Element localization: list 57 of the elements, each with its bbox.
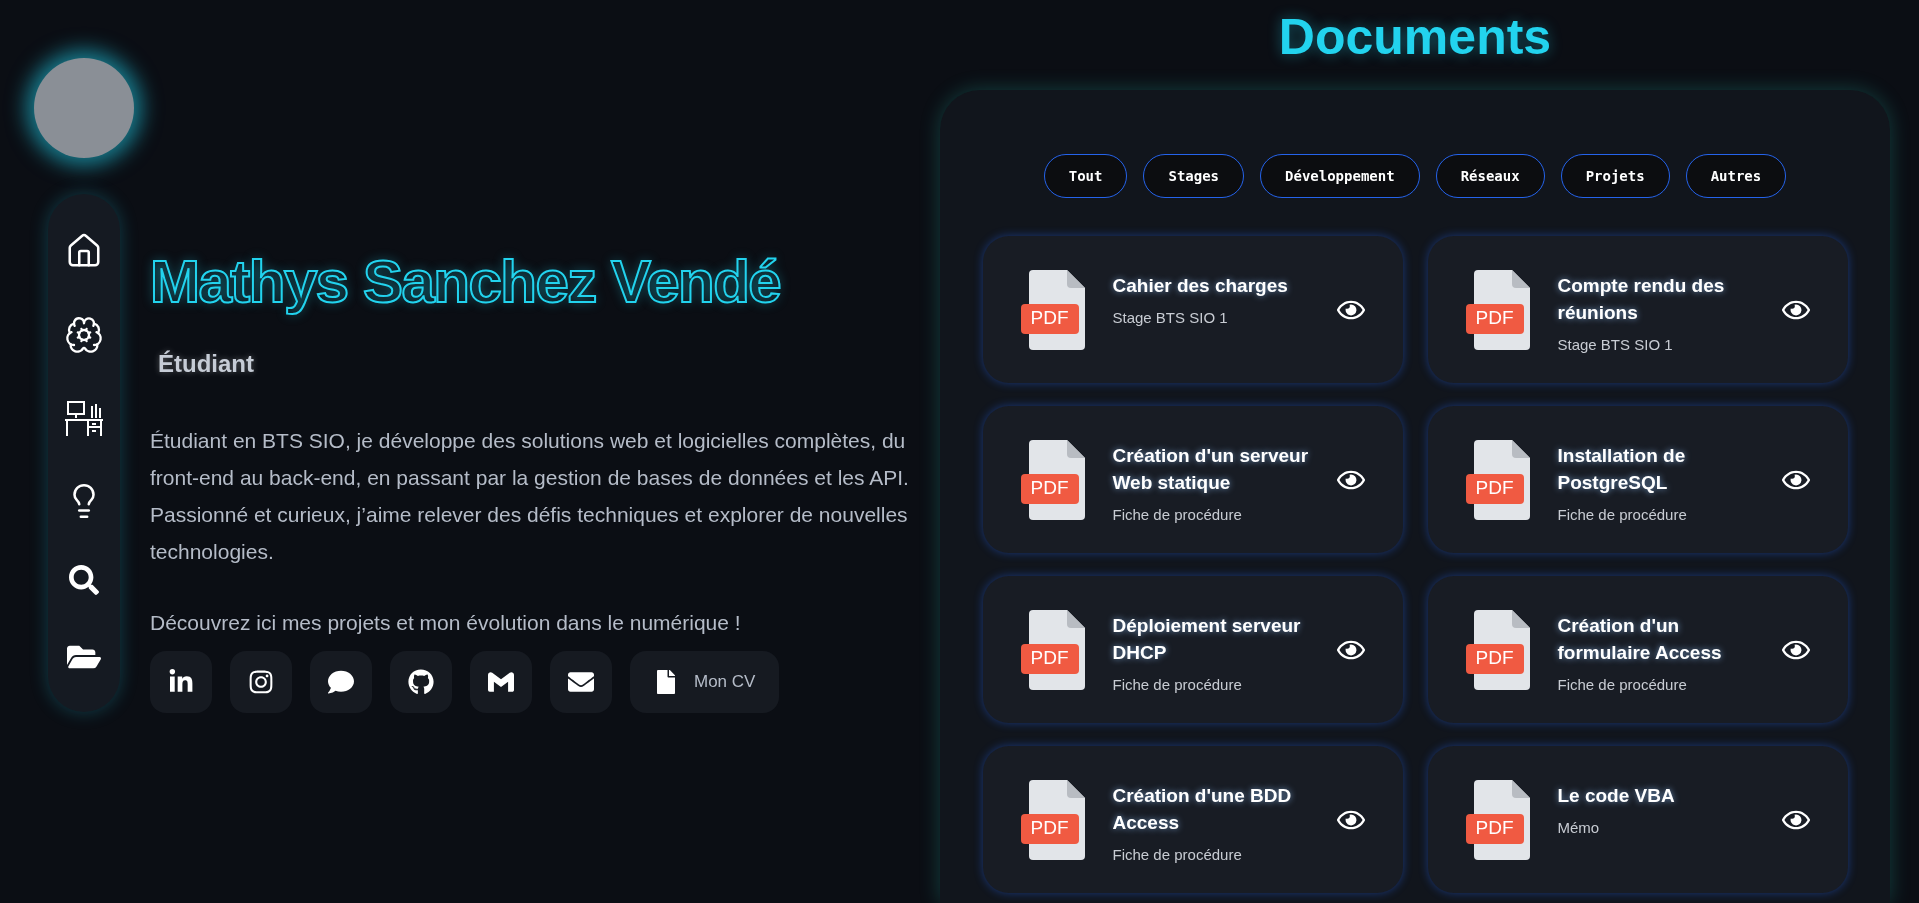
document-card[interactable]: PDF Le code VBA Mémo [1427, 746, 1848, 893]
document-title: Déploiement serveur DHCP [1112, 614, 1302, 665]
filter-tab[interactable]: Réseaux [1435, 154, 1545, 198]
file-type-badge: PDF [1020, 813, 1079, 844]
filter-tab[interactable]: Autres [1685, 154, 1787, 198]
file-type-badge: PDF [1020, 643, 1079, 674]
document-title: Création d'une BDD Access [1112, 784, 1293, 835]
filter-tab[interactable]: Tout [1043, 154, 1128, 198]
file-type-badge: PDF [1020, 473, 1079, 504]
file-type-badge: PDF [1020, 303, 1079, 334]
envelope-button[interactable] [550, 650, 612, 713]
document-subtitle: Fiche de procédure [1112, 845, 1243, 865]
linkedin-button[interactable] [150, 650, 212, 713]
document-card[interactable]: PDF Compte rendu des réunions Stage BTS SIO 1 [1427, 236, 1848, 383]
cv-button[interactable]: Mon CV [630, 650, 780, 713]
document-card[interactable]: PDF Cahier des charges Stage BTS SIO 1 [982, 236, 1403, 383]
document-subtitle: Fiche de procédure [1557, 505, 1688, 525]
file-type-badge: PDF [1465, 643, 1524, 674]
document-title: Le code VBA [1557, 784, 1676, 808]
file-type-badge: PDF [1465, 473, 1524, 504]
chat-bubble-icon [328, 668, 354, 695]
document-subtitle: Stage BTS SIO 1 [1112, 308, 1229, 328]
name-heading: Mathys Sanchez Vendé [150, 247, 781, 317]
document-title: Création d'un serveur Web statique [1112, 444, 1309, 495]
linkedin-icon [168, 668, 194, 695]
document-title: Cahier des charges [1112, 274, 1289, 298]
document-card[interactable]: PDF Déploiement serveur DHCP Fiche de procédure [982, 576, 1403, 723]
documents-heading: Documents [1278, 12, 1552, 62]
document-subtitle: Stage BTS SIO 1 [1557, 335, 1674, 355]
filter-tab[interactable]: Projets [1560, 154, 1670, 198]
document-subtitle: Fiche de procédure [1112, 675, 1243, 695]
github-button[interactable] [390, 650, 452, 713]
file-type-badge: PDF [1465, 813, 1524, 844]
document-subtitle: Fiche de procédure [1112, 505, 1243, 525]
chat-bubble-button[interactable] [310, 650, 372, 713]
instagram-button[interactable] [230, 650, 292, 713]
document-subtitle: Mémo [1557, 818, 1601, 838]
bio-paragraph: Étudiant en BTS SIO, je développe des solutions web et logicielles complètes, du front-end au back-end, en passant par la gestion de bases de données et les API. Passionné et curieux, j’aime relever des défis techniques et explorer de nouvelles technologies. [150, 428, 910, 565]
instagram-icon [248, 668, 274, 695]
document-title: Installation de PostgreSQL [1557, 444, 1687, 495]
document-title: Compte rendu des réunions [1557, 274, 1726, 325]
document-card[interactable]: PDF Création d'un serveur Web statique Fiche de procédure [982, 406, 1403, 553]
document-card[interactable]: PDF Création d'une BDD Access Fiche de procédure [982, 746, 1403, 893]
document-card[interactable]: PDF Création d'un formulaire Access Fiche de procédure [1427, 576, 1848, 723]
document-title: Création d'un formulaire Access [1557, 614, 1723, 665]
desk-computer-icon[interactable] [64, 399, 104, 438]
tagline-text: Découvrez ici mes projets et mon évolution dans le numérique ! [150, 610, 742, 636]
filter-tab[interactable]: Développement [1260, 154, 1420, 198]
github-icon [408, 668, 434, 695]
filter-tab[interactable]: Stages [1143, 154, 1245, 198]
file-icon [654, 669, 678, 694]
document-subtitle: Fiche de procédure [1557, 675, 1688, 695]
file-type-badge: PDF [1465, 303, 1524, 334]
mail-m-button[interactable] [470, 650, 532, 713]
search-icon[interactable] [69, 564, 99, 595]
role-label: Étudiant [158, 349, 255, 379]
document-card[interactable]: PDF Installation de PostgreSQL Fiche de procédure [1427, 406, 1848, 553]
